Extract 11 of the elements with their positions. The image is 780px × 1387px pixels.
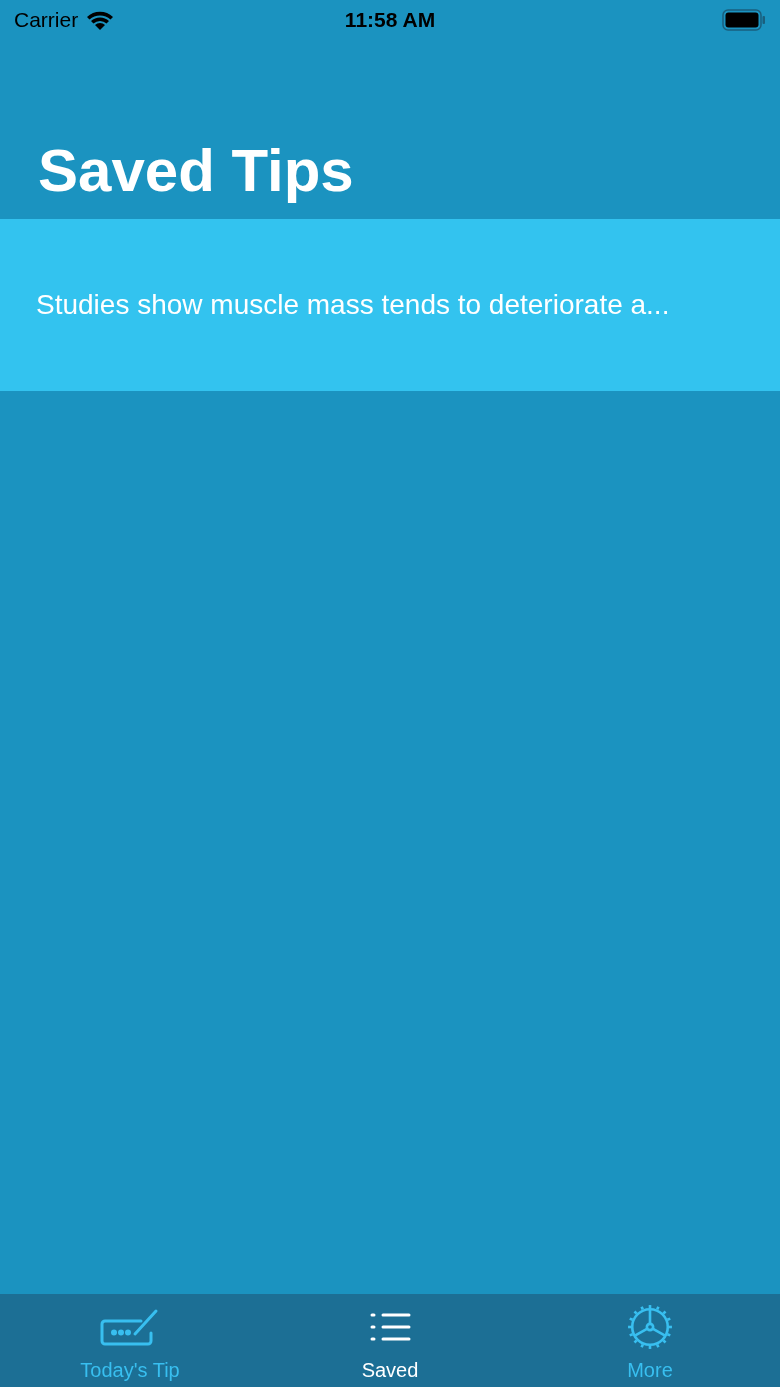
tab-item[interactable]: Saved — [260, 1294, 520, 1387]
carrier-label: Carrier — [14, 7, 79, 34]
tab-item[interactable]: Today's Tip — [0, 1294, 260, 1387]
wifi-icon — [86, 10, 115, 30]
tip-row[interactable]: Studies show muscle mass tends to deteriorate a... — [0, 219, 780, 391]
list-icon — [369, 1312, 411, 1342]
status-time: 11:58 AM — [344, 7, 436, 34]
battery-icon — [722, 9, 766, 31]
page-title: Saved Tips — [38, 141, 354, 201]
settings-icon — [627, 1304, 673, 1350]
tab-item[interactable]: More — [520, 1294, 780, 1387]
